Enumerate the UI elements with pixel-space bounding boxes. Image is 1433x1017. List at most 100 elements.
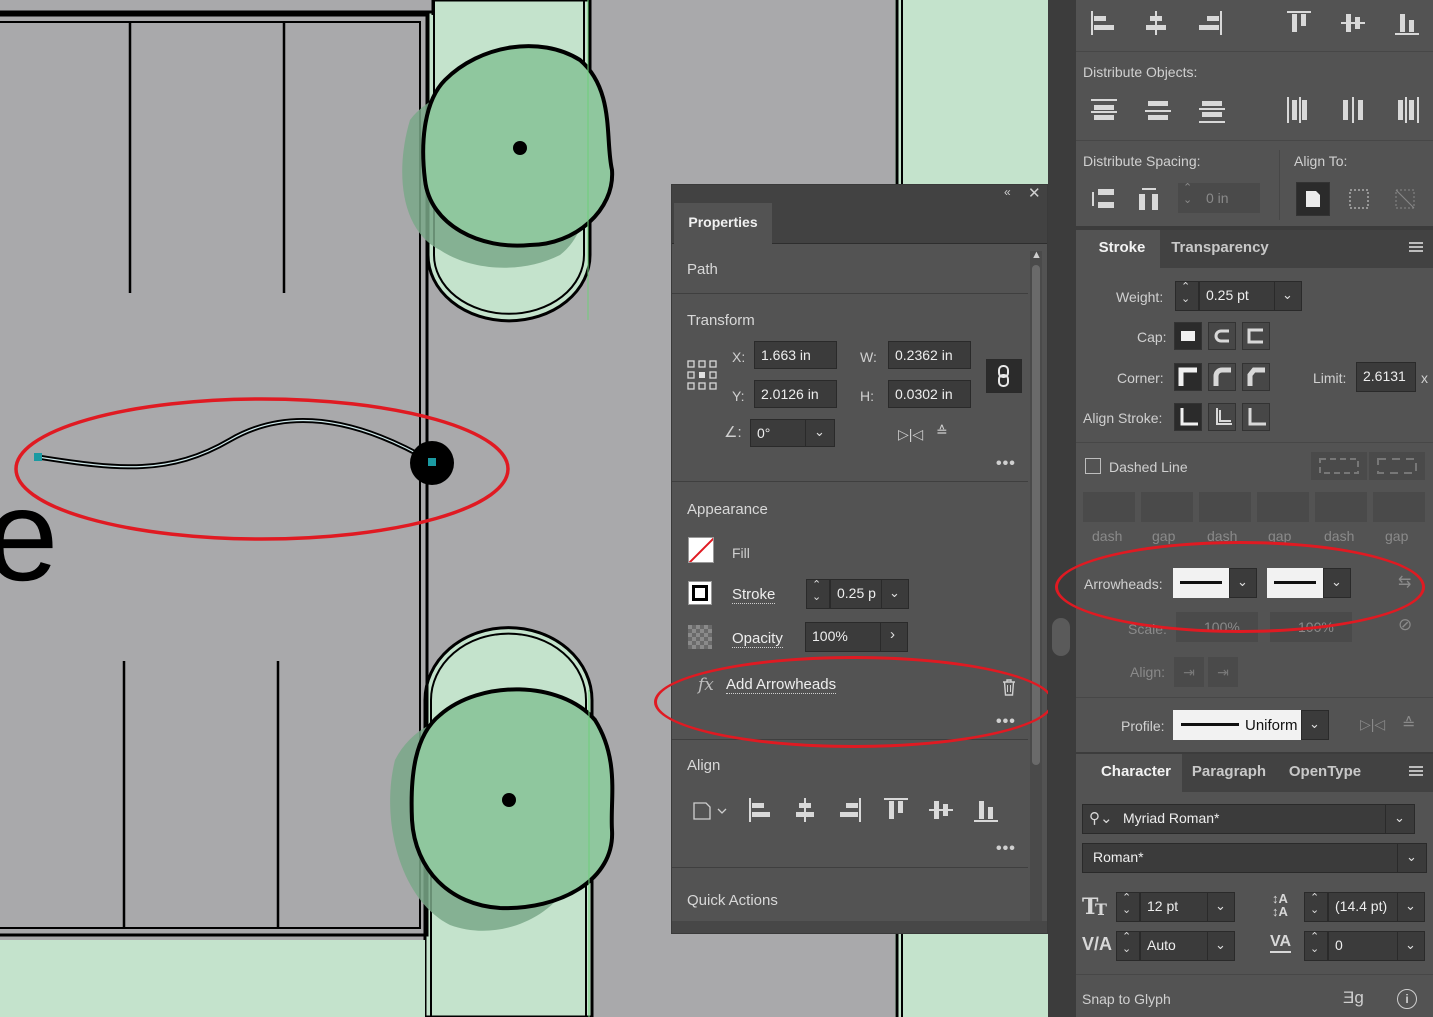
stroke-weight-stepper[interactable]: ⌃ ⌄ xyxy=(806,579,830,609)
tracking-stepper[interactable]: ⌃ ⌄ xyxy=(1304,931,1328,961)
weight-field[interactable]: 0.25 pt xyxy=(1199,281,1275,311)
panel-menu-icon[interactable] xyxy=(1409,242,1423,252)
align-hcenter-icon[interactable] xyxy=(1143,10,1169,39)
link-scale-icon[interactable]: ⊘ xyxy=(1398,615,1412,635)
opacity-arrow-button[interactable]: › xyxy=(880,622,908,652)
fill-swatch-none[interactable] xyxy=(688,537,714,563)
dashed-line-checkbox[interactable] xyxy=(1085,458,1101,474)
profile-dropdown[interactable]: ⌄ xyxy=(1301,710,1329,740)
distribute-left-icon[interactable] xyxy=(1286,96,1312,127)
snap-to-glyph-icon[interactable]: Ǝg xyxy=(1343,988,1364,1008)
tab-stroke[interactable]: Stroke xyxy=(1076,230,1160,268)
profile-select[interactable]: Uniform xyxy=(1173,710,1301,740)
anchor-start[interactable] xyxy=(34,453,42,461)
dash-align-button[interactable] xyxy=(1369,452,1425,480)
align-to-selection-icon[interactable] xyxy=(1348,188,1370,213)
dash-field-1[interactable] xyxy=(1083,492,1135,522)
gap-field-1[interactable] xyxy=(1141,492,1193,522)
align-more-icon[interactable]: ••• xyxy=(996,840,1016,858)
stroke-swatch[interactable] xyxy=(688,581,712,605)
align-to-key-object-icon[interactable] xyxy=(1394,188,1416,213)
align-hcenter-icon[interactable] xyxy=(793,797,817,826)
close-icon[interactable]: ✕ xyxy=(1028,184,1041,202)
distribute-vspace-icon[interactable] xyxy=(1090,186,1116,215)
font-size-dropdown[interactable]: ⌄ xyxy=(1207,892,1235,922)
weight-stepper[interactable]: ⌃ ⌄ xyxy=(1175,281,1199,311)
align-right-icon[interactable] xyxy=(1197,10,1223,39)
kerning-stepper[interactable]: ⌃ ⌄ xyxy=(1116,931,1140,961)
scrollbar[interactable]: ▲ xyxy=(1030,249,1042,921)
font-size-stepper[interactable]: ⌃ ⌄ xyxy=(1116,892,1140,922)
font-style-dropdown[interactable]: ⌄ xyxy=(1397,843,1427,873)
align-top-icon[interactable] xyxy=(1286,10,1312,39)
align-vcenter-icon[interactable] xyxy=(928,797,954,826)
tab-properties[interactable]: Properties xyxy=(674,203,772,244)
anchor-end[interactable] xyxy=(428,458,436,466)
flip-horizontal-icon[interactable]: ▷|◁ xyxy=(898,426,923,443)
kerning-dropdown[interactable]: ⌄ xyxy=(1207,931,1235,961)
tab-paragraph[interactable]: Paragraph xyxy=(1184,754,1274,792)
panel-menu-icon[interactable] xyxy=(1409,766,1423,776)
align-vcenter-icon[interactable] xyxy=(1340,10,1366,39)
kerning-field[interactable]: Auto xyxy=(1140,931,1208,961)
angle-field[interactable]: 0° xyxy=(750,419,806,447)
panel-titlebar[interactable]: « ✕ xyxy=(672,185,1047,203)
y-field[interactable]: 2.0126 in xyxy=(754,380,837,408)
dash-preserve-button[interactable] xyxy=(1311,452,1367,480)
limit-field[interactable]: 2.6131 xyxy=(1356,362,1416,392)
h-field[interactable]: 0.0302 in xyxy=(888,380,971,408)
align-stroke-inside-button[interactable] xyxy=(1208,403,1236,431)
stroke-weight-dropdown[interactable]: ⌄ xyxy=(881,579,909,609)
collapse-icon[interactable]: « xyxy=(1004,185,1011,199)
align-bottom-icon[interactable] xyxy=(1394,10,1420,39)
font-size-field[interactable]: 12 pt xyxy=(1140,892,1208,922)
tab-transparency[interactable]: Transparency xyxy=(1162,230,1278,268)
align-left-icon[interactable] xyxy=(748,797,772,826)
selected-path[interactable] xyxy=(37,418,434,470)
gap-field-2[interactable] xyxy=(1257,492,1309,522)
stroke-weight-field[interactable]: 0.25 p xyxy=(830,579,882,609)
align-to-dropdown[interactable] xyxy=(692,799,732,823)
bevel-join-button[interactable] xyxy=(1242,363,1270,391)
leading-field[interactable]: (14.4 pt) xyxy=(1328,892,1398,922)
opacity-field[interactable]: 100% xyxy=(805,622,881,652)
arrow-extend-beyond-button[interactable]: ⇥ xyxy=(1174,657,1204,687)
align-to-artboard-button[interactable] xyxy=(1296,182,1330,216)
flip-along-icon[interactable]: ▷|◁ xyxy=(1360,716,1385,733)
constrain-proportions-button[interactable] xyxy=(986,359,1022,393)
dash-field-2[interactable] xyxy=(1199,492,1251,522)
align-stroke-outside-button[interactable] xyxy=(1242,403,1270,431)
distribute-right-icon[interactable] xyxy=(1394,96,1420,127)
spacing-field[interactable]: 0 in xyxy=(1200,183,1260,213)
tracking-field[interactable]: 0 xyxy=(1328,931,1398,961)
arrow-place-at-end-button[interactable]: ⇥ xyxy=(1208,657,1238,687)
distribute-hcenter-icon[interactable] xyxy=(1340,96,1366,127)
leading-dropdown[interactable]: ⌄ xyxy=(1397,892,1425,922)
angle-dropdown[interactable]: ⌄ xyxy=(805,419,835,447)
scroll-up-icon[interactable]: ▲ xyxy=(1031,249,1042,261)
align-right-icon[interactable] xyxy=(838,797,862,826)
leading-stepper[interactable]: ⌃ ⌄ xyxy=(1304,892,1328,922)
font-family-field[interactable]: ⚲⌄ Myriad Roman* xyxy=(1082,804,1386,834)
reference-point-icon[interactable] xyxy=(687,360,717,390)
distribute-hspace-icon[interactable] xyxy=(1136,186,1162,215)
projecting-cap-button[interactable] xyxy=(1242,322,1270,350)
opacity-link[interactable]: Opacity xyxy=(732,630,783,648)
w-field[interactable]: 0.2362 in xyxy=(888,341,971,369)
x-field[interactable]: 1.663 in xyxy=(754,341,837,369)
font-family-dropdown[interactable]: ⌄ xyxy=(1385,804,1415,834)
info-icon[interactable]: i xyxy=(1397,989,1417,1009)
round-join-button[interactable] xyxy=(1208,363,1236,391)
font-style-field[interactable]: Roman* xyxy=(1082,843,1398,873)
spacing-stepper[interactable]: ⌃ ⌄ xyxy=(1178,182,1200,213)
resize-grip[interactable] xyxy=(672,921,1047,933)
transform-more-icon[interactable]: ••• xyxy=(996,455,1016,473)
butt-cap-button[interactable] xyxy=(1174,322,1202,350)
tab-opentype[interactable]: OpenType xyxy=(1276,754,1374,792)
dash-field-3[interactable] xyxy=(1315,492,1367,522)
gap-field-3[interactable] xyxy=(1373,492,1425,522)
distribute-bottom-icon[interactable] xyxy=(1198,98,1226,127)
tab-character[interactable]: Character xyxy=(1076,754,1182,792)
flip-across-icon[interactable]: ≙ xyxy=(1402,714,1415,734)
align-stroke-center-button[interactable] xyxy=(1174,403,1202,431)
